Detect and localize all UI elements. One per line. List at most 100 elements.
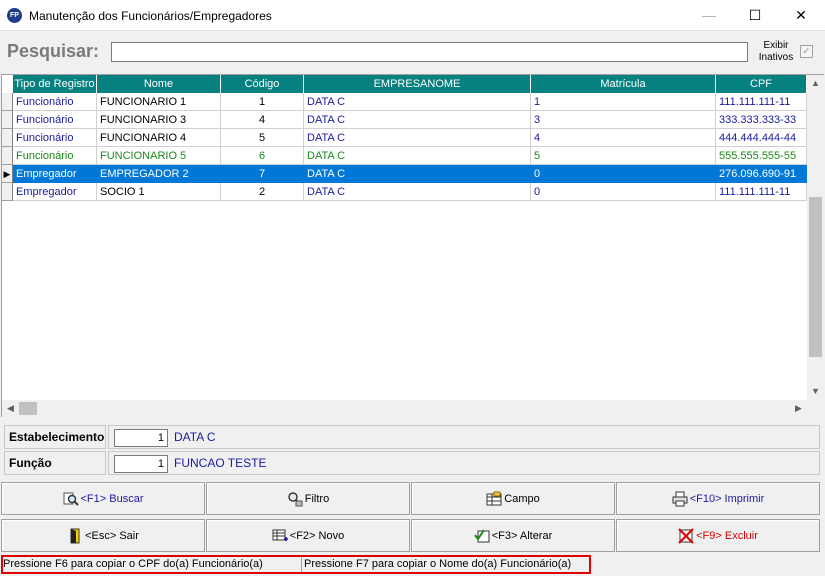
cell-codigo[interactable]: 1 bbox=[221, 93, 304, 111]
estabelecimento-code-field[interactable]: 1 bbox=[114, 429, 168, 447]
cell-nome[interactable]: EMPREGADOR 2 bbox=[97, 165, 221, 183]
horizontal-scroll-thumb[interactable] bbox=[19, 402, 37, 415]
table-row[interactable]: Funcionário FUNCIONARIO 4 5 DATA C 4 444.444.… bbox=[2, 129, 807, 147]
status-pane-name-hint: Pressione F7 para copiar o Nome do(a) Fu… bbox=[304, 558, 572, 570]
edit-button-label: <F3> Alterar bbox=[491, 529, 553, 542]
magnifier-icon bbox=[63, 491, 79, 507]
show-inactive-label: Exibir Inativos bbox=[756, 40, 796, 64]
row-indicator[interactable] bbox=[2, 111, 13, 129]
show-inactive-label-line1: Exibir bbox=[763, 40, 789, 51]
cell-codigo[interactable]: 6 bbox=[221, 147, 304, 165]
cell-cpf[interactable]: 276.096.690-91 bbox=[716, 165, 807, 183]
cell-nome[interactable]: SOCIO 1 bbox=[97, 183, 221, 201]
table-row[interactable]: Funcionário FUNCIONARIO 5 6 DATA C 5 555.555.… bbox=[2, 147, 807, 165]
cell-matricula[interactable]: 1 bbox=[531, 93, 716, 111]
title-bar: FP Manutenção dos Funcionários/Empregado… bbox=[0, 0, 825, 31]
edit-button[interactable]: <F3> Alterar bbox=[411, 519, 615, 552]
cell-tipo[interactable]: Funcionário bbox=[13, 111, 97, 129]
table-row[interactable]: Funcionário FUNCIONARIO 3 4 DATA C 3 333.333.… bbox=[2, 111, 807, 129]
cell-empresa[interactable]: DATA C bbox=[304, 129, 531, 147]
cell-tipo[interactable]: Empregador bbox=[13, 183, 97, 201]
cell-empresa[interactable]: DATA C bbox=[304, 93, 531, 111]
exit-button[interactable]: <Esc> Sair bbox=[1, 519, 205, 552]
delete-x-icon bbox=[678, 527, 694, 544]
row-indicator[interactable] bbox=[2, 183, 13, 201]
horizontal-scrollbar[interactable]: ◀ ▶ bbox=[2, 400, 807, 417]
scroll-down-arrow-icon[interactable]: ▼ bbox=[807, 383, 824, 400]
cell-cpf[interactable]: 111.111.111-11 bbox=[716, 93, 807, 111]
cell-nome[interactable]: FUNCIONARIO 4 bbox=[97, 129, 221, 147]
scroll-up-arrow-icon[interactable]: ▲ bbox=[807, 75, 824, 92]
cell-cpf[interactable]: 555.555.555-55 bbox=[716, 147, 807, 165]
cell-empresa[interactable]: DATA C bbox=[304, 165, 531, 183]
funcao-code-field[interactable]: 1 bbox=[114, 455, 168, 473]
funcao-name: FUNCAO TESTE bbox=[174, 456, 267, 470]
maximize-button[interactable]: ☐ bbox=[732, 0, 778, 31]
search-input[interactable] bbox=[111, 42, 748, 62]
exit-button-label: <Esc> Sair bbox=[85, 529, 139, 542]
filter-button[interactable]: Filtro bbox=[206, 482, 410, 515]
cell-matricula[interactable]: 5 bbox=[531, 147, 716, 165]
column-header-cpf[interactable]: CPF bbox=[716, 75, 807, 93]
minimize-button[interactable]: — bbox=[686, 0, 732, 31]
column-header-nome[interactable]: Nome bbox=[97, 75, 221, 93]
cell-codigo[interactable]: 2 bbox=[221, 183, 304, 201]
cell-tipo[interactable]: Funcionário bbox=[13, 147, 97, 165]
cell-empresa[interactable]: DATA C bbox=[304, 111, 531, 129]
cell-cpf[interactable]: 444.444.444-44 bbox=[716, 129, 807, 147]
cell-tipo[interactable]: Funcionário bbox=[13, 129, 97, 147]
cell-codigo[interactable]: 7 bbox=[221, 165, 304, 183]
cell-nome[interactable]: FUNCIONARIO 3 bbox=[97, 111, 221, 129]
print-button-label: <F10> Imprimir bbox=[689, 492, 765, 505]
cell-tipo[interactable]: Funcionário bbox=[13, 93, 97, 111]
window-title: Manutenção dos Funcionários/Empregadores bbox=[29, 9, 272, 23]
estabelecimento-label: Estabelecimento bbox=[4, 425, 106, 449]
cell-empresa[interactable]: DATA C bbox=[304, 183, 531, 201]
row-indicator[interactable] bbox=[2, 147, 13, 165]
column-header-empresa[interactable]: EMPRESANOME bbox=[304, 75, 531, 93]
new-button[interactable]: <F2> Novo bbox=[206, 519, 410, 552]
cell-cpf[interactable]: 333.333.333-33 bbox=[716, 111, 807, 129]
printer-icon bbox=[672, 491, 688, 507]
row-indicator[interactable] bbox=[2, 93, 13, 111]
cell-tipo[interactable]: Empregador bbox=[13, 165, 97, 183]
scroll-right-arrow-icon[interactable]: ▶ bbox=[790, 400, 807, 417]
new-button-label: <F2> Novo bbox=[289, 529, 345, 542]
table-row[interactable]: ▶ Empregador EMPREGADOR 2 7 DATA C 0 276.096.6… bbox=[2, 165, 807, 183]
column-header-matricula[interactable]: Matrícula bbox=[531, 75, 716, 93]
vertical-scroll-thumb[interactable] bbox=[809, 197, 822, 357]
scroll-left-arrow-icon[interactable]: ◀ bbox=[2, 400, 19, 417]
cell-nome[interactable]: FUNCIONARIO 5 bbox=[97, 147, 221, 165]
status-highlight-box: Pressione F6 para copiar o CPF do(a) Fun… bbox=[1, 555, 591, 574]
new-record-icon bbox=[272, 528, 288, 544]
cell-empresa[interactable]: DATA C bbox=[304, 147, 531, 165]
cell-matricula[interactable]: 0 bbox=[531, 165, 716, 183]
show-inactive-label-line2: Inativos bbox=[758, 52, 794, 63]
search-label: Pesquisar: bbox=[7, 41, 100, 61]
column-header-codigo[interactable]: Código bbox=[221, 75, 304, 93]
table-row[interactable]: Funcionário FUNCIONARIO 1 1 DATA C 1 111.111.… bbox=[2, 93, 807, 111]
show-inactive-checkbox[interactable]: ✓ bbox=[800, 45, 813, 58]
delete-button-label: <F9> Excluir bbox=[696, 529, 758, 542]
close-button[interactable]: ✕ bbox=[778, 0, 824, 31]
cell-nome[interactable]: FUNCIONARIO 1 bbox=[97, 93, 221, 111]
table-row[interactable]: Empregador SOCIO 1 2 DATA C 0 111.111.111-11 bbox=[2, 183, 807, 201]
cell-matricula[interactable]: 0 bbox=[531, 183, 716, 201]
cell-matricula[interactable]: 3 bbox=[531, 111, 716, 129]
print-button[interactable]: <F10> Imprimir bbox=[616, 482, 820, 515]
search-button-label: <F1> Buscar bbox=[80, 492, 144, 505]
column-header-tipo[interactable]: Tipo de Registro bbox=[13, 75, 97, 93]
vertical-scrollbar[interactable]: ▲ ▼ bbox=[807, 75, 824, 400]
delete-button[interactable]: <F9> Excluir bbox=[616, 519, 820, 552]
current-row-indicator-icon[interactable]: ▶ bbox=[2, 165, 13, 183]
employees-grid[interactable]: Tipo de Registro Nome Código EMPRESANOME… bbox=[1, 74, 824, 417]
filter-button-label: Filtro bbox=[304, 492, 330, 505]
field-button[interactable]: Campo bbox=[411, 482, 615, 515]
cell-codigo[interactable]: 5 bbox=[221, 129, 304, 147]
search-button[interactable]: <F1> Buscar bbox=[1, 482, 205, 515]
cell-matricula[interactable]: 4 bbox=[531, 129, 716, 147]
cell-cpf[interactable]: 111.111.111-11 bbox=[716, 183, 807, 201]
funcao-label: Função bbox=[4, 451, 106, 475]
row-indicator[interactable] bbox=[2, 129, 13, 147]
cell-codigo[interactable]: 4 bbox=[221, 111, 304, 129]
